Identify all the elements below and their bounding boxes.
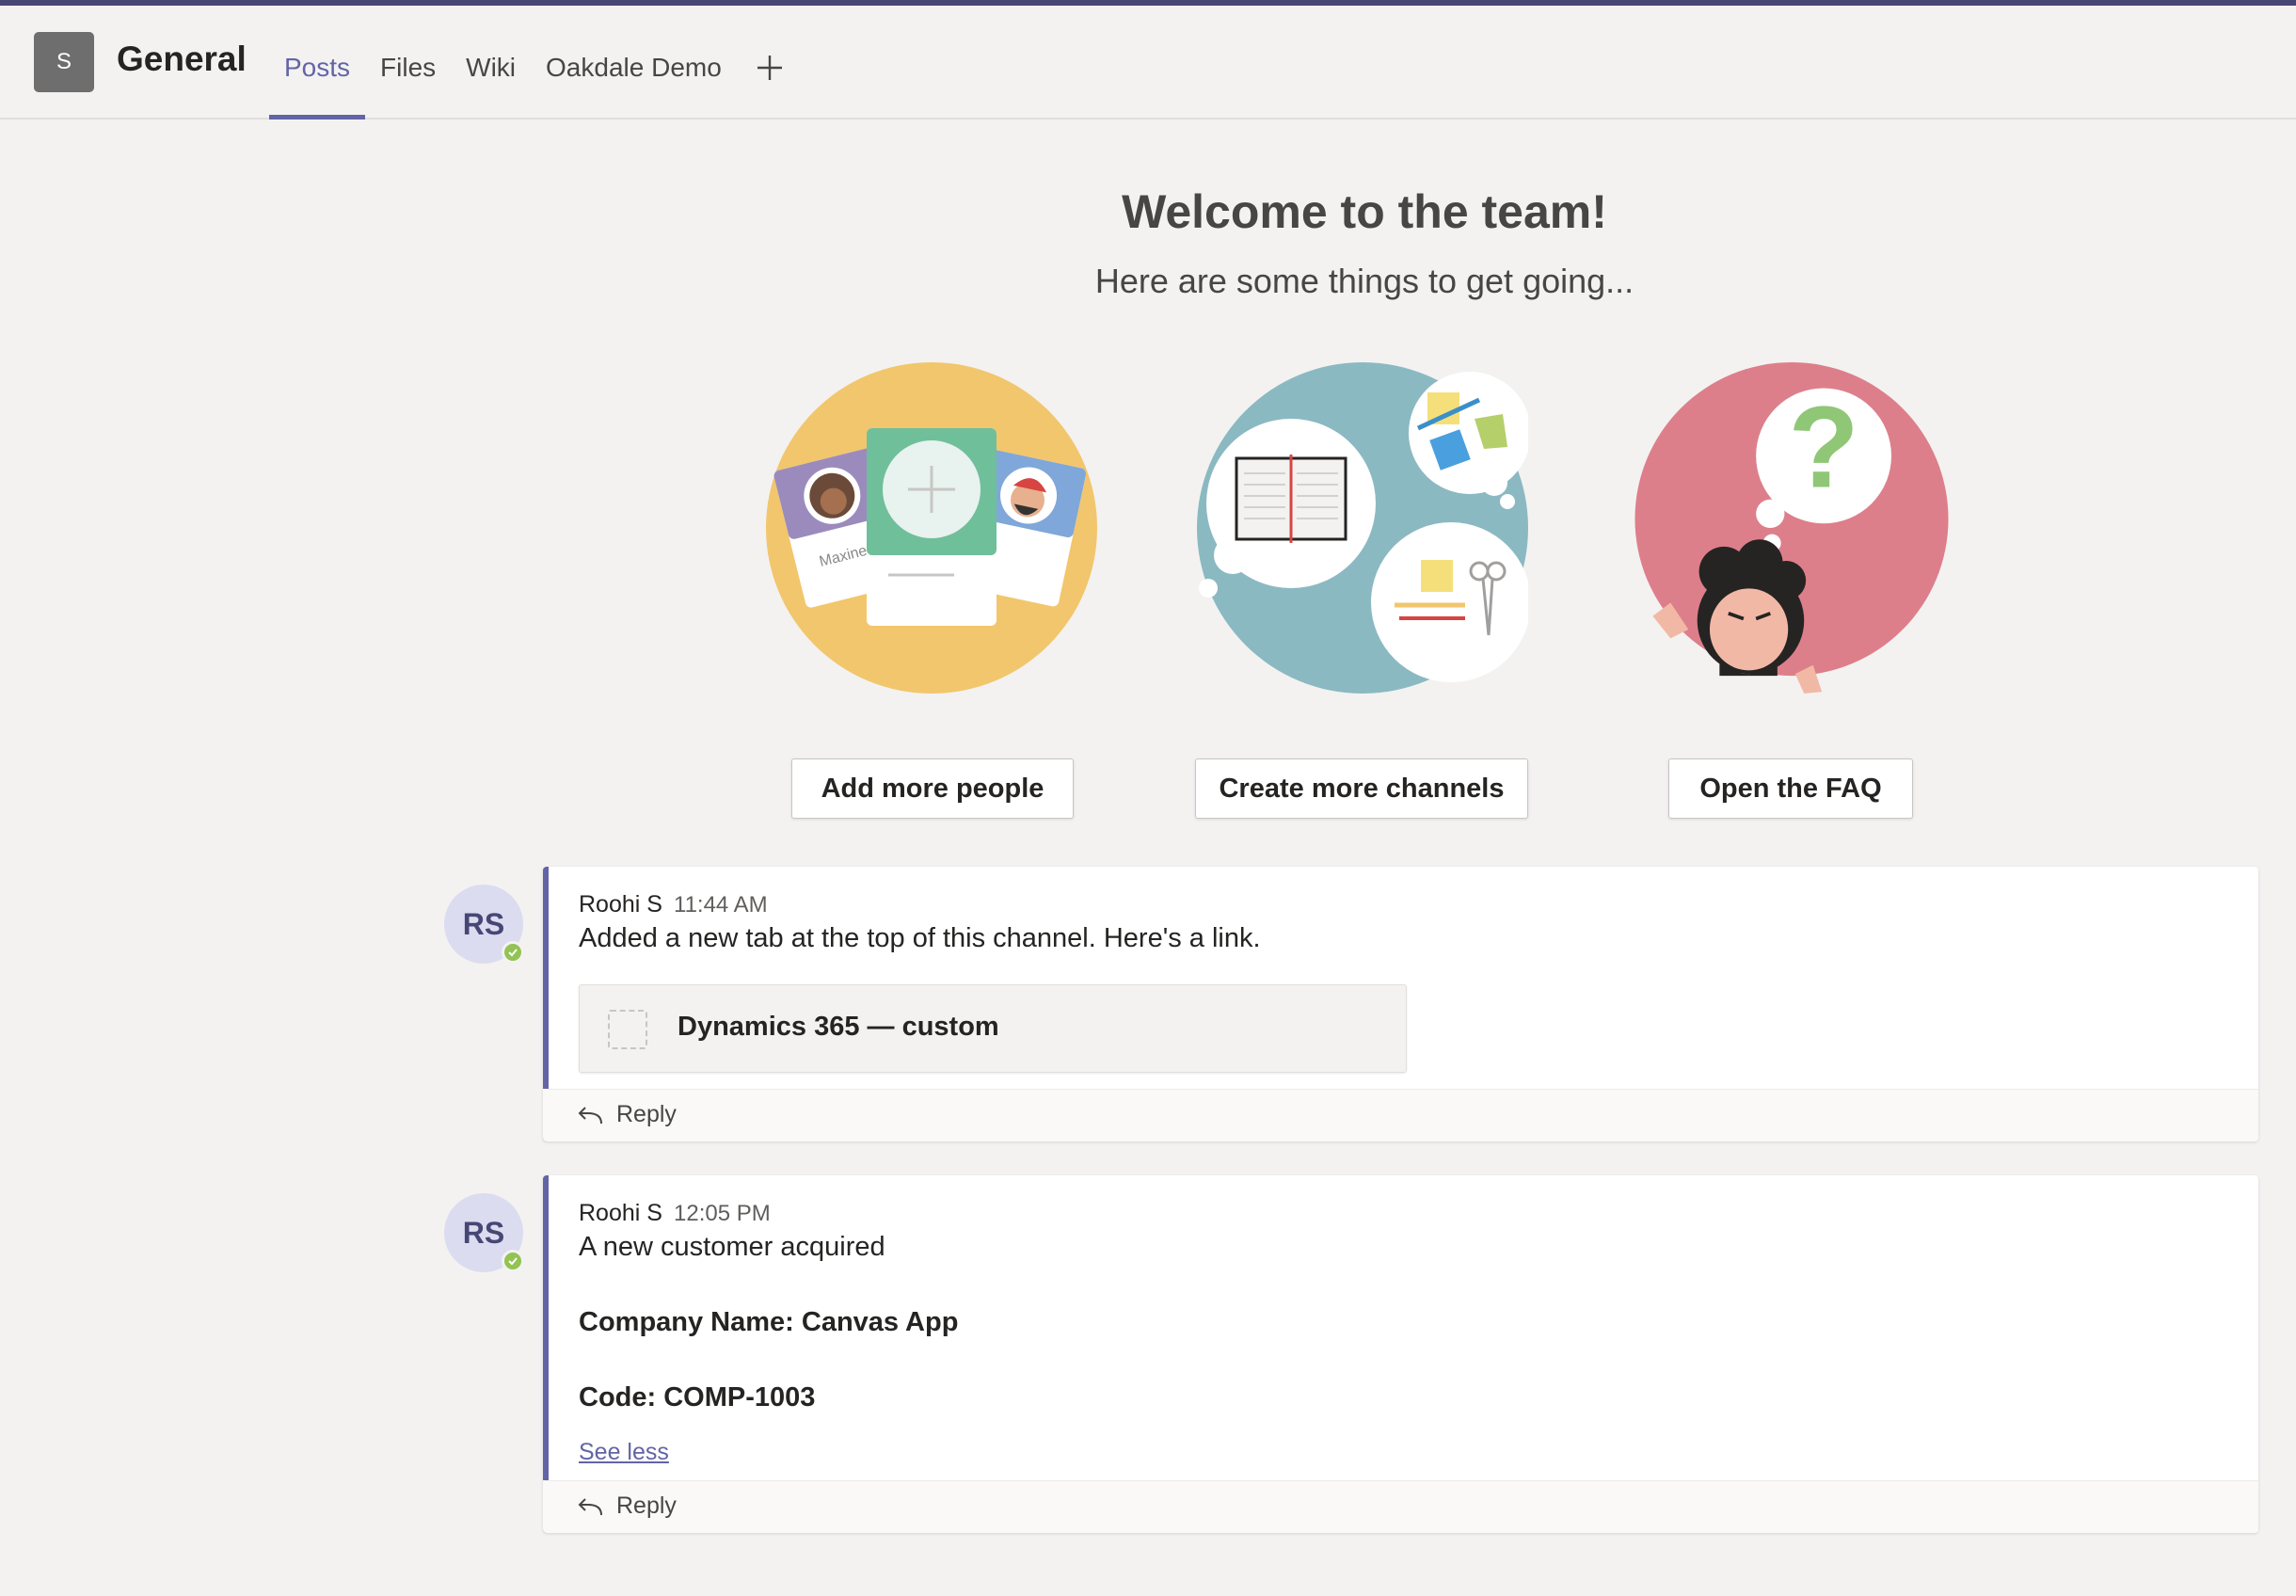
message-timestamp: 12:05 PM	[674, 1201, 771, 1226]
message-body: Added a new tab at the top of this chann…	[579, 923, 1261, 953]
create-more-channels-button[interactable]: Create more channels	[1195, 758, 1528, 819]
message-card: Roohi S 12:05 PM A new customer acquired…	[543, 1175, 2258, 1533]
faq-illustration: ?	[1634, 362, 1949, 694]
channels-illustration	[1197, 362, 1528, 694]
channel-tabs: Posts Files Wiki Oakdale Demo	[269, 6, 803, 120]
reply-button[interactable]: Reply	[577, 1492, 677, 1520]
reply-button[interactable]: Reply	[577, 1101, 677, 1128]
company-name-line: Company Name: Canvas App	[579, 1307, 959, 1337]
welcome-title: Welcome to the team!	[1122, 185, 1607, 238]
presence-available-icon	[502, 1250, 524, 1272]
tab-wiki[interactable]: Wiki	[451, 6, 531, 120]
channel-title: General	[117, 40, 247, 78]
add-more-people-button[interactable]: Add more people	[791, 758, 1074, 819]
tab-posts[interactable]: Posts	[269, 6, 366, 120]
app-placeholder-icon	[608, 1010, 647, 1049]
reply-icon	[578, 1106, 602, 1124]
tab-link-card[interactable]: Dynamics 365 — custom	[579, 984, 1407, 1073]
message-timestamp: 11:44 AM	[674, 892, 768, 918]
message-card: Roohi S 11:44 AM Added a new tab at the …	[543, 867, 2258, 1141]
message-author: Roohi S	[579, 891, 662, 918]
reply-icon	[578, 1497, 602, 1515]
reply-label: Reply	[616, 1492, 677, 1519]
channel-header: S General Posts Files Wiki Oakdale Demo	[0, 6, 2296, 120]
tab-files[interactable]: Files	[365, 6, 451, 120]
see-less-link[interactable]: See less	[579, 1439, 669, 1466]
welcome-subtitle: Here are some things to get going...	[1094, 262, 1634, 300]
team-avatar[interactable]: S	[34, 32, 94, 92]
reply-bar: Reply	[543, 1089, 2258, 1141]
code-line: Code: COMP-1003	[579, 1382, 816, 1412]
message-author: Roohi S	[579, 1200, 662, 1226]
message-body: A new customer acquired	[579, 1232, 885, 1262]
link-card-title: Dynamics 365 — custom	[678, 1012, 999, 1042]
plus-icon	[757, 55, 782, 80]
presence-available-icon	[502, 941, 524, 964]
add-tab-button[interactable]	[737, 6, 803, 120]
tab-oakdale-demo[interactable]: Oakdale Demo	[531, 6, 737, 120]
svg-text:?: ?	[1788, 383, 1858, 512]
reply-bar: Reply	[543, 1480, 2258, 1533]
people-cards-illustration: Maxine ky	[766, 362, 1097, 694]
reply-label: Reply	[616, 1101, 677, 1127]
open-faq-button[interactable]: Open the FAQ	[1668, 758, 1913, 819]
